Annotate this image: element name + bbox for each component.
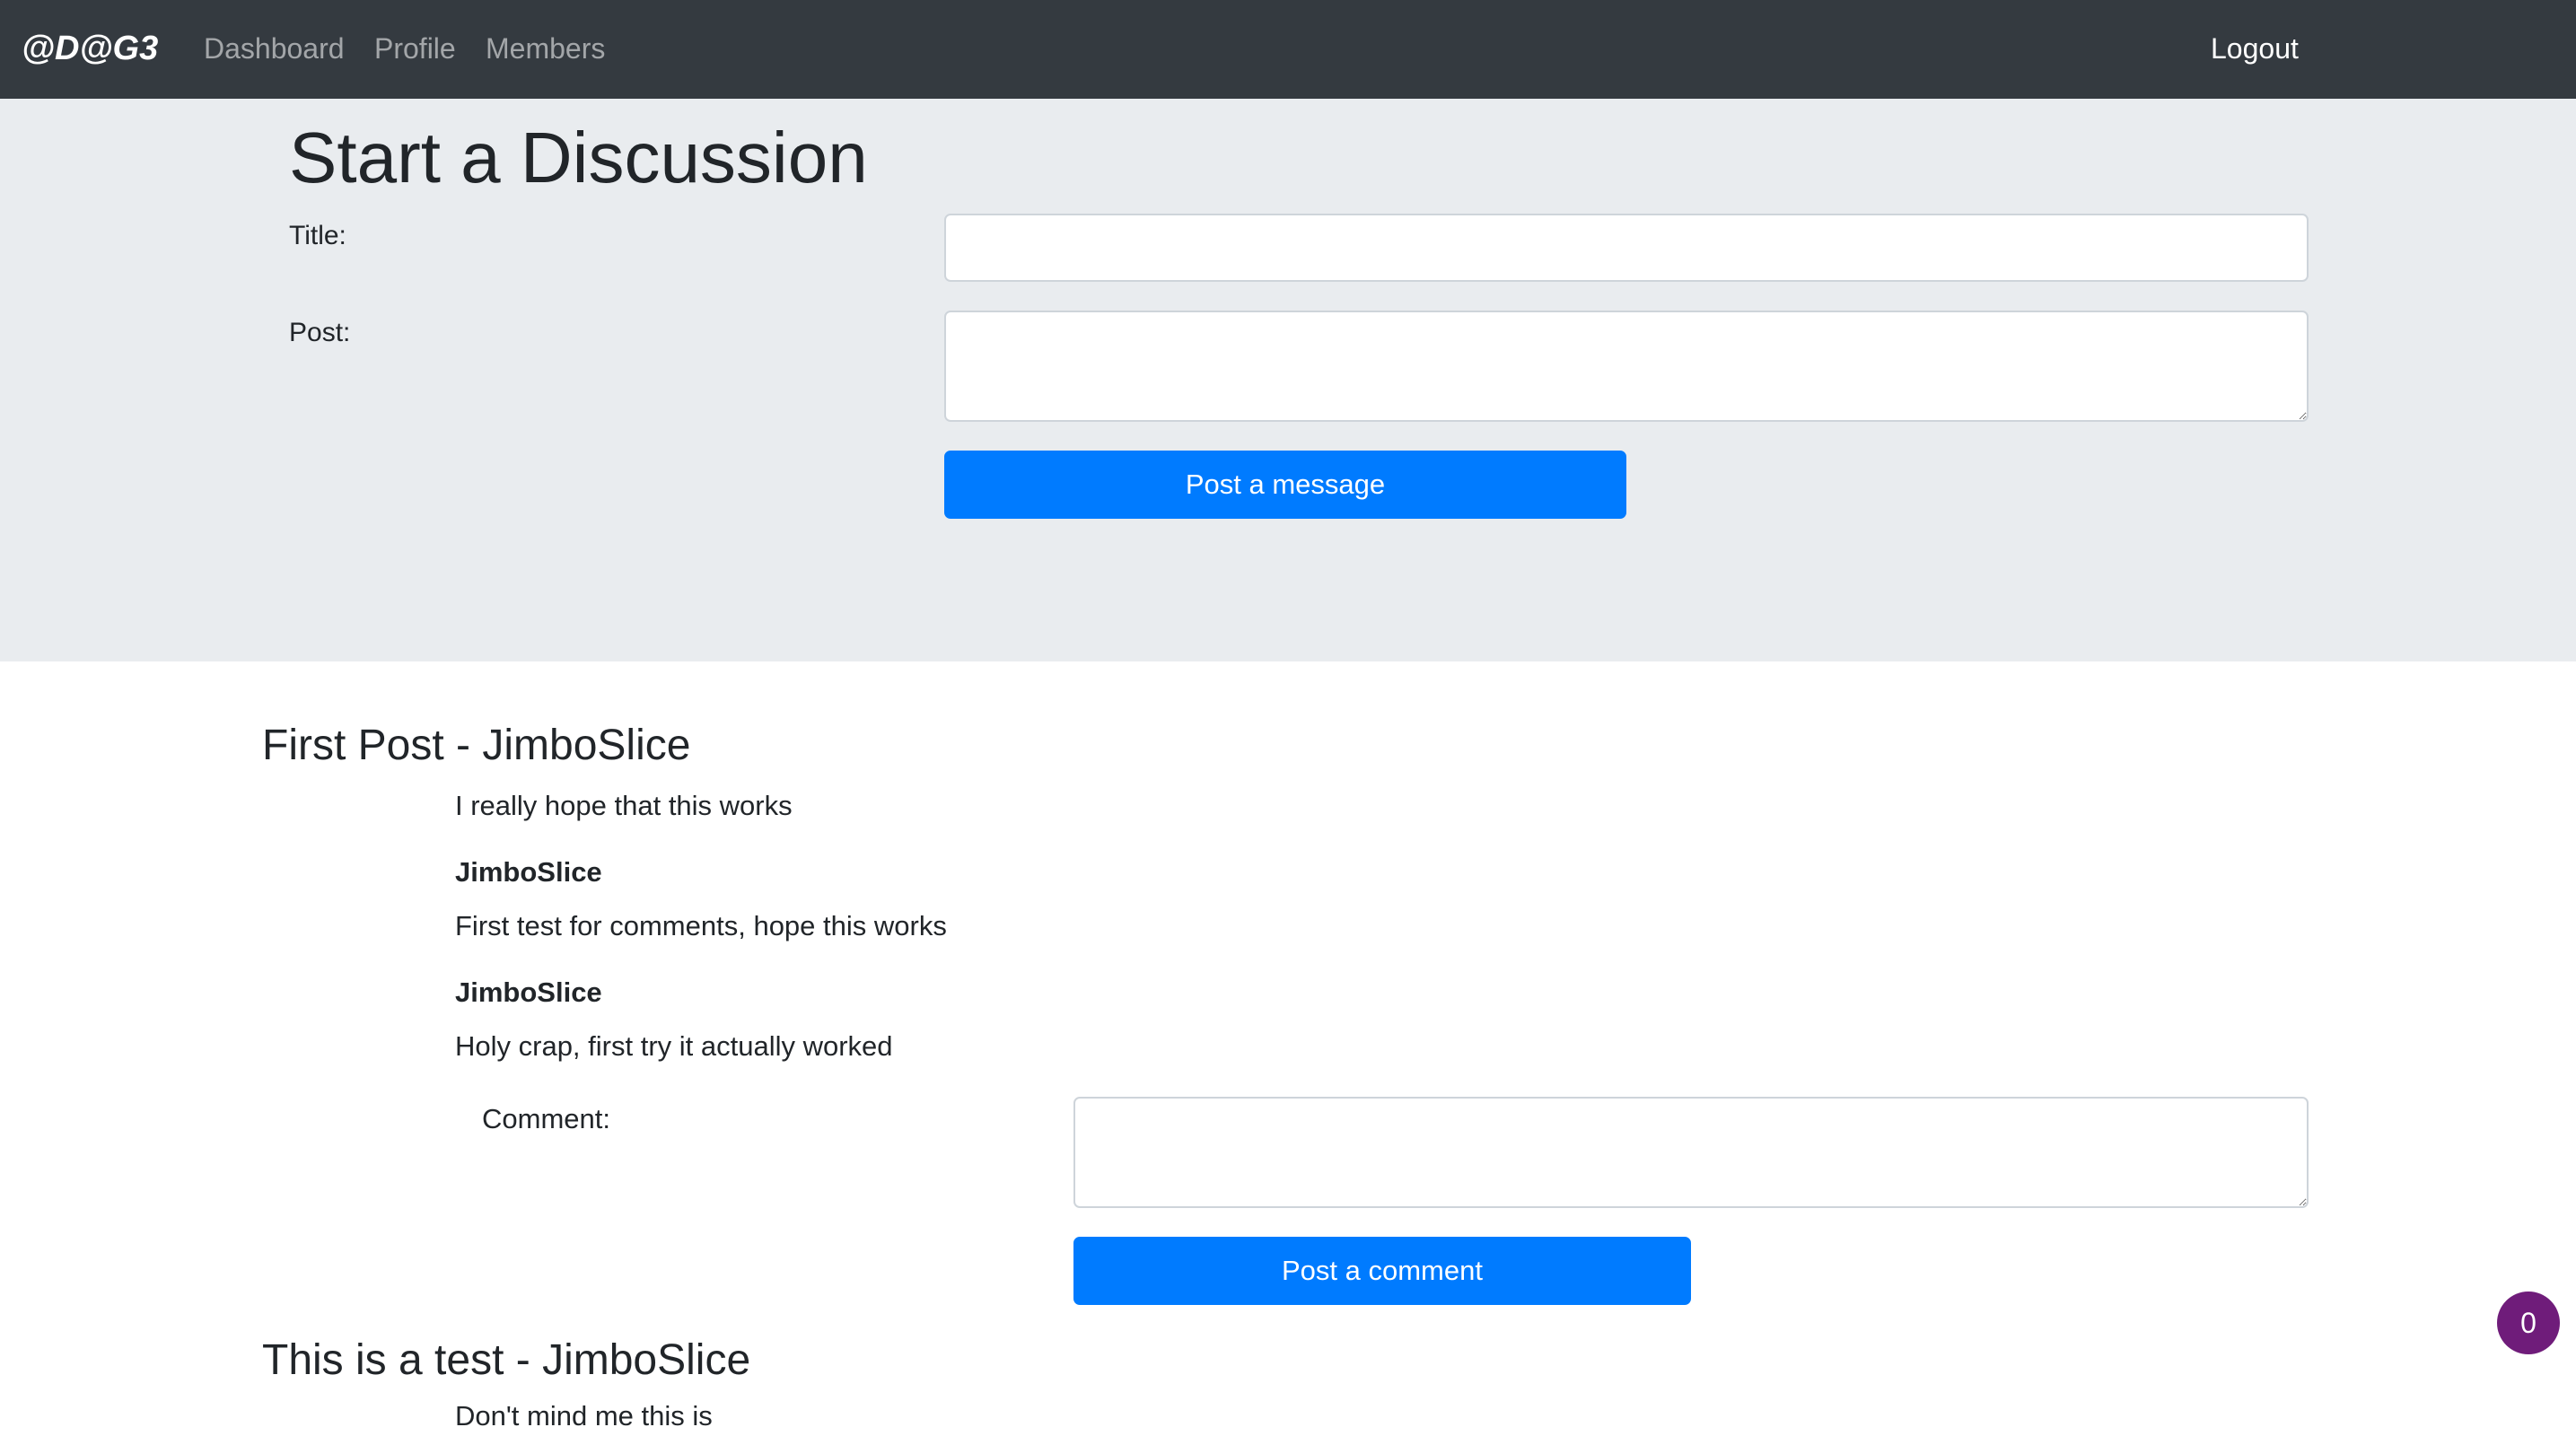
comment-text: Holy crap, first try it actually worked — [455, 1030, 893, 1062]
comment-author: JimboSlice — [455, 856, 602, 888]
post-title: This is a test - JimboSlice — [262, 1336, 751, 1384]
comment-label: Comment: — [482, 1103, 610, 1134]
nav-link-dashboard[interactable]: Dashboard — [204, 25, 345, 72]
nav-link-profile[interactable]: Profile — [374, 25, 456, 72]
brand-logo[interactable]: @D@G3 — [22, 25, 158, 72]
notification-count-badge[interactable]: 0 — [2497, 1292, 2560, 1354]
comment-textarea[interactable] — [1073, 1097, 2309, 1208]
post-label: Post: — [289, 318, 351, 347]
comment-text: First test for comments, hope this works — [455, 910, 947, 941]
title-label: Title: — [289, 221, 346, 250]
title-input[interactable] — [944, 214, 2309, 282]
logout-link[interactable]: Logout — [2211, 25, 2299, 72]
page-title: Start a Discussion — [289, 118, 868, 197]
comment-author: JimboSlice — [455, 976, 602, 1008]
nav-link-members[interactable]: Members — [486, 25, 605, 72]
post-title: First Post - JimboSlice — [262, 722, 691, 769]
post-body: Don't mind me this is — [455, 1400, 713, 1432]
post-textarea[interactable] — [944, 311, 2309, 422]
post-message-button[interactable]: Post a message — [944, 451, 1626, 519]
post-comment-button[interactable]: Post a comment — [1073, 1237, 1691, 1305]
top-navbar: @D@G3 Dashboard Profile Members Logout — [0, 0, 2576, 99]
post-body: I really hope that this works — [455, 790, 793, 821]
